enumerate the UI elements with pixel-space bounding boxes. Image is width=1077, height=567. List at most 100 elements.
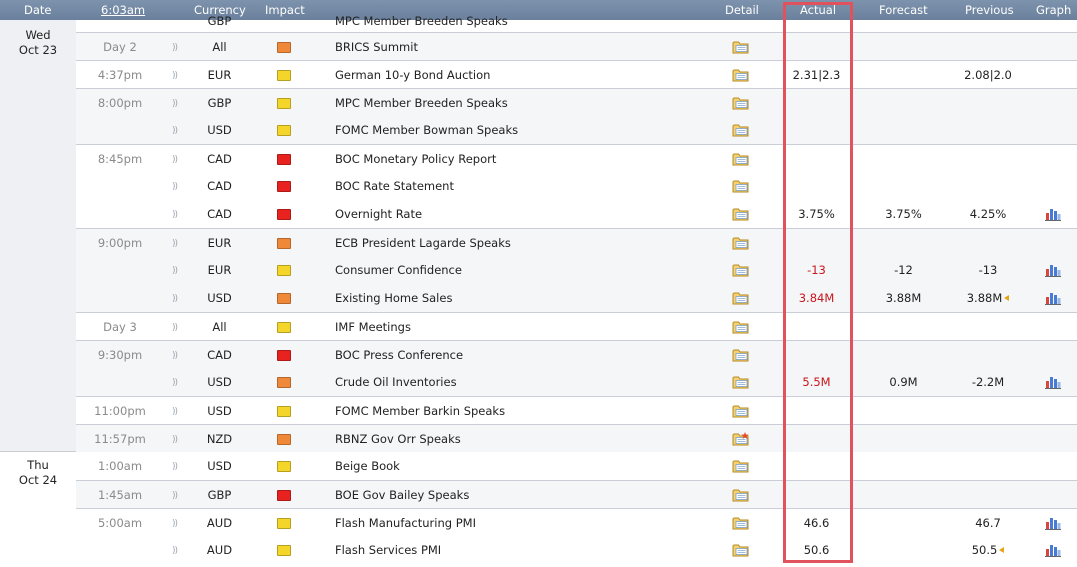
event-title[interactable]: IMF Meetings: [335, 320, 411, 334]
bar-chart-icon[interactable]: [1045, 290, 1061, 305]
folder-icon[interactable]: [732, 236, 750, 250]
speaker-icon[interactable]: )): [172, 376, 178, 390]
folder-icon[interactable]: [732, 459, 750, 473]
speaker-icon[interactable]: )): [172, 321, 178, 335]
folder-star-icon[interactable]: [732, 432, 750, 446]
event-row[interactable]: 8:00pm)) GBP MPC Member Breeden Speaks: [76, 88, 1077, 117]
event-title[interactable]: ECB President Lagarde Speaks: [335, 236, 511, 250]
event-row[interactable]: )) USD Crude Oil Inventories 5.5M 0.9M -2.2M: [76, 368, 1077, 396]
folder-icon[interactable]: [732, 543, 750, 557]
event-row[interactable]: 11:57pm)) NZD RBNZ Gov Orr Speaks: [76, 424, 1077, 453]
speaker-icon[interactable]: )): [172, 544, 178, 558]
speaker-icon[interactable]: )): [172, 264, 178, 278]
event-row[interactable]: 1:45am)) GBP BOE Gov Bailey Speaks: [76, 480, 1077, 509]
event-row[interactable]: )) USD Existing Home Sales 3.84M 3.88M 3.88M: [76, 284, 1077, 312]
speaker-icon[interactable]: )): [172, 349, 178, 363]
folder-icon[interactable]: [732, 404, 750, 418]
impact-medium-icon[interactable]: [277, 434, 291, 445]
event-title[interactable]: RBNZ Gov Orr Speaks: [335, 432, 461, 446]
event-row[interactable]: 9:30pm)) CAD BOC Press Conference: [76, 340, 1077, 369]
impact-low-icon[interactable]: [277, 98, 291, 109]
event-row[interactable]: 9:00pm)) EUR ECB President Lagarde Speaks: [76, 228, 1077, 257]
impact-high-icon[interactable]: [277, 350, 291, 361]
event-title[interactable]: Beige Book: [335, 459, 400, 473]
impact-high-icon[interactable]: [277, 154, 291, 165]
speaker-icon[interactable]: )): [172, 405, 178, 419]
bar-chart-icon[interactable]: [1045, 262, 1061, 277]
impact-high-icon[interactable]: [277, 181, 291, 192]
event-title[interactable]: FOMC Member Barkin Speaks: [335, 404, 505, 418]
impact-low-icon[interactable]: [277, 406, 291, 417]
impact-medium-icon[interactable]: [277, 238, 291, 249]
speaker-icon[interactable]: )): [172, 69, 178, 83]
event-title[interactable]: German 10-y Bond Auction: [335, 68, 490, 82]
event-title[interactable]: Existing Home Sales: [335, 291, 452, 305]
event-row[interactable]: 1:00am)) USD Beige Book: [76, 452, 1077, 480]
bar-chart-icon[interactable]: [1045, 374, 1061, 389]
event-title[interactable]: BOC Monetary Policy Report: [335, 152, 496, 166]
impact-medium-icon[interactable]: [277, 42, 291, 53]
folder-icon[interactable]: [732, 152, 750, 166]
event-title[interactable]: BOC Press Conference: [335, 348, 463, 362]
speaker-icon[interactable]: )): [172, 124, 178, 138]
folder-icon[interactable]: [732, 320, 750, 334]
impact-high-icon[interactable]: [277, 490, 291, 501]
impact-low-icon[interactable]: [277, 461, 291, 472]
event-title[interactable]: Overnight Rate: [335, 207, 422, 221]
speaker-icon[interactable]: )): [172, 489, 178, 503]
impact-low-icon[interactable]: [277, 322, 291, 333]
event-row[interactable]: )) AUD Flash Services PMI 50.6 50.5: [76, 536, 1077, 564]
folder-icon[interactable]: [732, 96, 750, 110]
event-title[interactable]: BOE Gov Bailey Speaks: [335, 488, 469, 502]
event-row[interactable]: 5:00am)) AUD Flash Manufacturing PMI 46.6 46…: [76, 508, 1077, 537]
impact-medium-icon[interactable]: [277, 293, 291, 304]
folder-icon[interactable]: [732, 68, 750, 82]
event-row[interactable]: )) CAD BOC Rate Statement: [76, 172, 1077, 200]
speaker-icon[interactable]: )): [172, 153, 178, 167]
event-row[interactable]: 4:37pm)) EUR German 10-y Bond Auction 2.31|…: [76, 60, 1077, 89]
folder-icon[interactable]: [732, 516, 750, 530]
event-row[interactable]: 8:45pm)) CAD BOC Monetary Policy Report: [76, 144, 1077, 173]
speaker-icon[interactable]: )): [172, 97, 178, 111]
folder-icon[interactable]: [732, 291, 750, 305]
event-row[interactable]: )) CAD Overnight Rate 3.75% 3.75% 4.25%: [76, 200, 1077, 228]
event-row[interactable]: Day 3)) All IMF Meetings: [76, 312, 1077, 341]
bar-chart-icon[interactable]: [1045, 542, 1061, 557]
speaker-icon[interactable]: )): [172, 517, 178, 531]
impact-low-icon[interactable]: [277, 70, 291, 81]
impact-low-icon[interactable]: [277, 545, 291, 556]
impact-low-icon[interactable]: [277, 125, 291, 136]
speaker-icon[interactable]: )): [172, 237, 178, 251]
event-title[interactable]: MPC Member Breeden Speaks: [335, 96, 508, 110]
speaker-icon[interactable]: )): [172, 180, 178, 194]
bar-chart-icon[interactable]: [1045, 515, 1061, 530]
speaker-icon[interactable]: )): [172, 460, 178, 474]
event-title[interactable]: Flash Manufacturing PMI: [335, 516, 476, 530]
speaker-icon[interactable]: )): [172, 292, 178, 306]
event-title[interactable]: Consumer Confidence: [335, 263, 462, 277]
event-title[interactable]: FOMC Member Bowman Speaks: [335, 123, 518, 137]
folder-icon[interactable]: [732, 40, 750, 54]
impact-low-icon[interactable]: [277, 265, 291, 276]
event-row[interactable]: )) EUR Consumer Confidence -13 -12 -13: [76, 256, 1077, 284]
speaker-icon[interactable]: )): [172, 433, 178, 447]
event-title[interactable]: Flash Services PMI: [335, 543, 441, 557]
speaker-icon[interactable]: )): [172, 41, 178, 55]
event-title[interactable]: BOC Rate Statement: [335, 179, 454, 193]
folder-icon[interactable]: [732, 263, 750, 277]
event-title[interactable]: Crude Oil Inventories: [335, 375, 457, 389]
speaker-icon[interactable]: )): [172, 208, 178, 222]
revised-arrow-icon[interactable]: [1004, 295, 1010, 301]
impact-medium-icon[interactable]: [277, 377, 291, 388]
event-title[interactable]: BRICS Summit: [335, 40, 418, 54]
revised-arrow-icon[interactable]: [999, 547, 1005, 553]
impact-low-icon[interactable]: [277, 518, 291, 529]
folder-icon[interactable]: [732, 123, 750, 137]
folder-icon[interactable]: [732, 179, 750, 193]
event-row[interactable]: 11:00pm)) USD FOMC Member Barkin Speaks: [76, 396, 1077, 425]
folder-icon[interactable]: [732, 348, 750, 362]
folder-icon[interactable]: [732, 375, 750, 389]
impact-high-icon[interactable]: [277, 209, 291, 220]
event-row[interactable]: Day 2)) All BRICS Summit: [76, 32, 1077, 61]
event-row[interactable]: )) USD FOMC Member Bowman Speaks: [76, 116, 1077, 144]
